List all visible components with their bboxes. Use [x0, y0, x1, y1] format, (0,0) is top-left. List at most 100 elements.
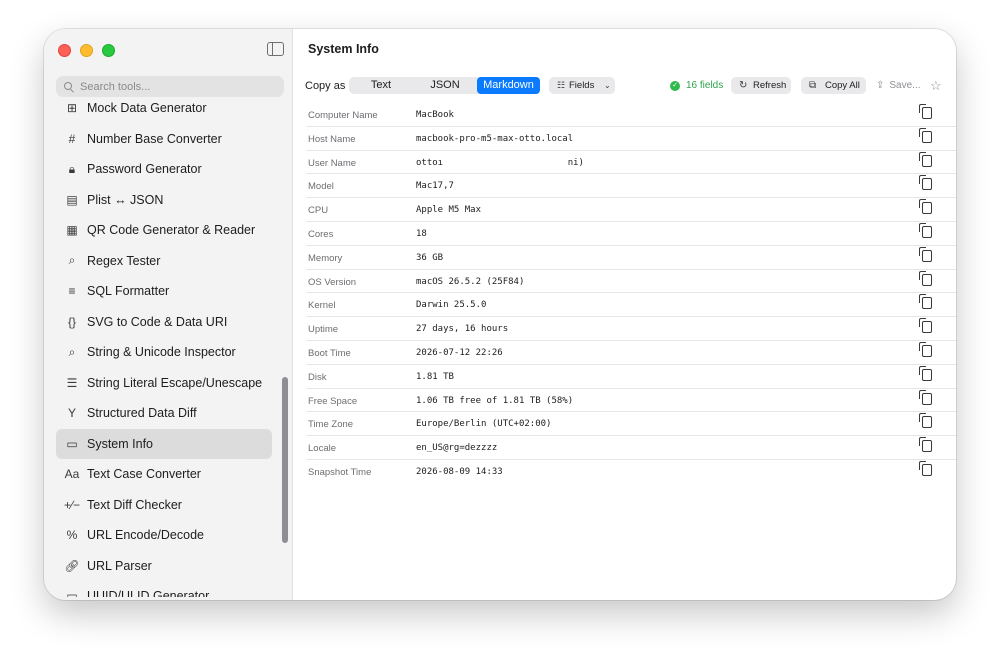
sidebar-item-label: Structured Data Diff — [87, 406, 197, 420]
sidebar-item-label: Text Case Converter — [87, 467, 201, 481]
tool-list: ⊞ Mock Data Generator # Number Base Convert… — [56, 93, 272, 597]
copy-icon[interactable] — [919, 460, 932, 476]
sidebar-item[interactable]: ⌕ Regex Tester — [56, 246, 272, 276]
sidebar-item[interactable]: ☰ String Literal Escape/Unescape — [56, 368, 272, 398]
refresh-label: Refresh — [753, 80, 787, 91]
sidebar-item[interactable]: Aa Text Case Converter — [56, 459, 272, 489]
copy-icon[interactable] — [919, 389, 932, 405]
sidebar-item[interactable]: ▤ Plist ↔ JSON — [56, 185, 272, 215]
sidebar-item[interactable]: ⊞ Mock Data Generator — [56, 93, 272, 123]
save-button[interactable]: ⇪ Save... — [876, 80, 921, 91]
field-value[interactable]: 1.06 TB free of 1.81 TB (58%) — [416, 396, 573, 406]
field-value[interactable]: 2026-07-12 22:26 — [416, 348, 503, 358]
field-value[interactable]: 1.81 TB — [416, 372, 454, 382]
sidebar-item-label: SQL Formatter — [87, 284, 170, 298]
field-value[interactable]: en_US@rg=dezzzz — [416, 443, 497, 453]
field-value[interactable]: macOS 26.5.2 (25F84) — [416, 277, 524, 287]
magnifier-icon: ⌕ — [68, 253, 76, 267]
close-window-button[interactable] — [58, 44, 71, 57]
field-label: Snapshot Time — [308, 466, 372, 478]
field-value[interactable]: Apple M5 Max — [416, 205, 481, 215]
checkmark-icon: ✓ — [670, 80, 680, 91]
scrollbar-thumb[interactable] — [282, 377, 288, 543]
copy-icon[interactable] — [919, 246, 932, 262]
copy-icon[interactable] — [919, 199, 932, 215]
toolbar: Copy as Text JSON Markdown ☷ Fields ⌄ ✓ 16… — [293, 76, 956, 96]
field-value[interactable]: macbook-pro-m5-max-otto.local — [416, 134, 573, 144]
field-label: User Name — [308, 157, 357, 169]
sidebar-item[interactable]: 🔗︎ URL Parser — [56, 551, 272, 581]
field-value[interactable]: 18 — [416, 229, 427, 239]
copy-icon[interactable] — [919, 341, 932, 357]
table-row: Locale en_US@rg=dezzzz — [306, 436, 956, 460]
field-value[interactable]: 27 days, 16 hours — [416, 324, 508, 334]
field-label: Locale — [308, 443, 336, 455]
field-value[interactable]: 36 GB — [416, 253, 443, 263]
sidebar-item-label: String & Unicode Inspector — [87, 345, 236, 359]
sidebar-item[interactable]: 🔒︎ Password Generator — [56, 154, 272, 184]
text-align-icon: ≡ — [68, 284, 76, 298]
copy-icon[interactable] — [919, 151, 932, 167]
star-icon[interactable]: ☆ — [930, 78, 942, 94]
copy-icon[interactable] — [919, 270, 932, 286]
sidebar-item[interactable]: ⌕ String & Unicode Inspector — [56, 337, 272, 367]
field-value[interactable]: 2026-08-09 14:33 — [416, 467, 503, 477]
copy-all-button[interactable]: ⧉ Copy All — [801, 77, 866, 94]
sidebar-toggle-icon[interactable] — [267, 42, 284, 56]
format-option-json[interactable]: JSON — [413, 77, 477, 94]
table-row: Free Space 1.06 TB free of 1.81 TB (58%) — [306, 389, 956, 413]
format-segmented-control: Text JSON Markdown — [349, 77, 540, 94]
field-value[interactable]: MacBook — [416, 110, 454, 120]
sidebar-item[interactable]: ▭ UUID/ULID Generator — [56, 581, 272, 597]
copy-icon[interactable] — [919, 222, 932, 238]
field-label: Uptime — [308, 324, 339, 336]
link-icon: 🔗︎ — [64, 558, 80, 573]
sidebar-item[interactable]: +∕− Text Diff Checker — [56, 490, 272, 520]
fields-button[interactable]: ☷ Fields ⌄ — [549, 77, 615, 94]
app-window: Search tools... ⊞ Mock Data Generator # Num… — [44, 29, 956, 600]
field-label: Time Zone — [308, 419, 354, 431]
copy-icon[interactable] — [919, 437, 932, 453]
field-label: Boot Time — [308, 347, 351, 359]
sidebar-item-label: Text Diff Checker — [87, 497, 182, 512]
qrcode-icon: ▦ — [66, 223, 78, 237]
branch-icon: Y — [67, 406, 76, 420]
field-value[interactable]: Mac17,7 — [416, 181, 454, 191]
format-option-markdown[interactable]: Markdown — [477, 77, 540, 94]
sidebar-item-label: Mock Data Generator — [87, 101, 207, 115]
copy-icon[interactable] — [919, 127, 932, 143]
sidebar-scrollbar[interactable] — [281, 105, 289, 585]
sidebar-item[interactable]: % URL Encode/Decode — [56, 520, 272, 550]
refresh-button[interactable]: ↻ Refresh — [731, 77, 791, 94]
status-indicator: ✓ 16 fields — [670, 80, 723, 91]
sidebar-item-label: URL Parser — [87, 558, 152, 573]
sidebar-item[interactable]: Y Structured Data Diff — [56, 398, 272, 428]
copy-icon[interactable] — [919, 365, 932, 381]
table-row: CPU Apple M5 Max — [306, 198, 956, 222]
sidebar-item[interactable]: {} SVG to Code & Data URI — [56, 307, 272, 337]
field-label: Cores — [308, 228, 334, 240]
copy-icon[interactable] — [919, 175, 932, 191]
hash-icon: # — [68, 131, 76, 146]
zoom-window-button[interactable] — [102, 44, 115, 57]
sidebar-item[interactable]: ▭ System Info — [56, 428, 272, 459]
minimize-window-button[interactable] — [80, 44, 93, 57]
copy-icon[interactable] — [919, 318, 932, 334]
sidebar-item[interactable]: ≡ SQL Formatter — [56, 276, 272, 306]
sidebar-item-label: UUID/ULID Generator — [87, 589, 210, 597]
field-value[interactable]: ottoı ni) — [416, 158, 584, 168]
sidebar-item[interactable]: # Number Base Converter — [56, 124, 272, 154]
table-row: Disk 1.81 TB — [306, 365, 956, 389]
table-row: Snapshot Time 2026-08-09 14:33 — [306, 460, 956, 483]
copy-icon[interactable] — [919, 294, 932, 310]
sidebar: Search tools... ⊞ Mock Data Generator # Num… — [44, 29, 293, 600]
format-option-text[interactable]: Text — [349, 77, 413, 94]
copy-icon[interactable] — [919, 413, 932, 429]
sidebar-item[interactable]: ▦ QR Code Generator & Reader — [56, 215, 272, 245]
field-value[interactable]: Europe/Berlin (UTC+02:00) — [416, 419, 551, 429]
copy-icon[interactable] — [919, 104, 932, 119]
field-label: CPU — [308, 205, 329, 217]
table-row: Kernel Darwin 25.5.0 — [306, 293, 956, 318]
list-icon: ▤ — [66, 192, 78, 207]
field-value[interactable]: Darwin 25.5.0 — [416, 300, 486, 310]
